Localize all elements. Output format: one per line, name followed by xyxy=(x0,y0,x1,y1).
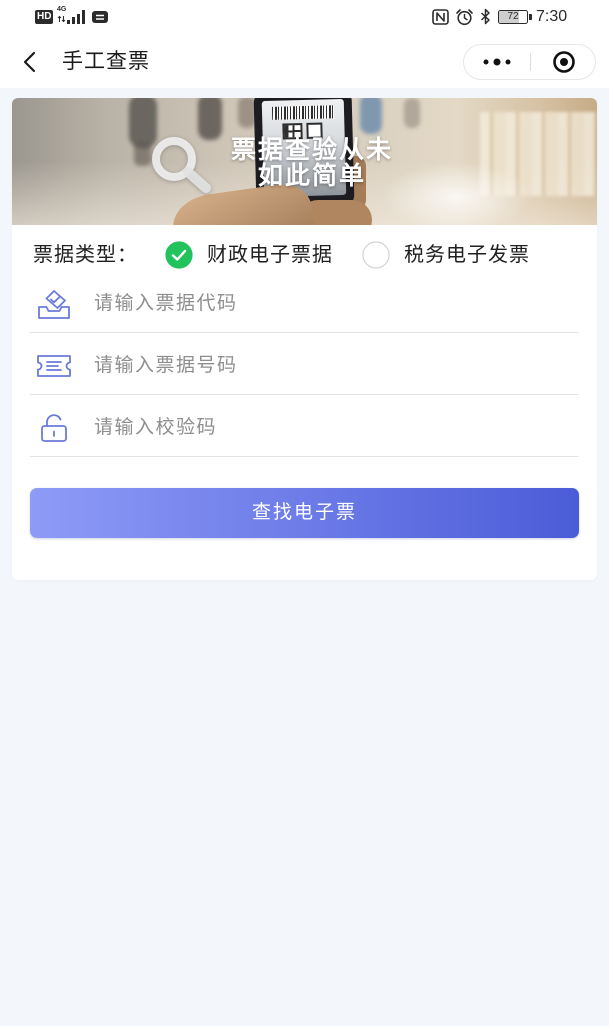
message-icon xyxy=(92,11,108,23)
find-e-ticket-button[interactable]: 查找电子票 xyxy=(30,488,579,538)
page-title: 手工查票 xyxy=(62,50,150,73)
nfc-icon xyxy=(432,9,449,25)
lock-icon xyxy=(41,414,67,442)
ticket-type-option-fiscal[interactable]: 财政电子票据 xyxy=(165,239,355,271)
target-circle-icon xyxy=(552,51,575,73)
radio-button-icon xyxy=(362,241,390,269)
banner-shopper-silhouette xyxy=(360,98,382,134)
status-time: 7:30 xyxy=(536,8,568,25)
banner-slogan-line2: 如此简单 xyxy=(257,162,366,190)
ticket-type-option-label: 财政电子票据 xyxy=(207,244,333,266)
ticket-number-row xyxy=(30,338,579,395)
ticket-icon xyxy=(37,355,71,377)
battery-icon: 72 xyxy=(498,10,528,24)
ticket-code-row xyxy=(30,276,579,333)
magnifier-icon xyxy=(152,137,211,193)
ticket-code-input[interactable] xyxy=(94,284,564,324)
app-header: HD 4G 72 7:30 手工查票 xyxy=(0,0,609,88)
battery-nub xyxy=(529,14,532,20)
mini-program-capsule xyxy=(463,44,596,80)
banner-image: 票据查验从未 如此简单 xyxy=(12,98,597,225)
ticket-type-option-label: 税务电子发票 xyxy=(404,244,530,266)
ticket-type-option-tax[interactable]: 税务电子发票 xyxy=(362,239,552,271)
ticket-number-input[interactable] xyxy=(94,346,564,386)
more-dots-icon xyxy=(483,58,511,66)
chevron-left-icon xyxy=(23,51,36,73)
back-button[interactable] xyxy=(16,48,46,76)
manual-check-card: 票据查验从未 如此简单 票据类型： 财政电子票据 税务电子发票 请输入票据代码 … xyxy=(12,98,597,580)
verification-code-input[interactable] xyxy=(94,408,564,448)
radio-button-icon xyxy=(165,241,193,269)
data-arrows-icon xyxy=(57,15,66,23)
signal-bars-icon xyxy=(67,10,85,24)
hd-badge: HD xyxy=(35,10,54,24)
bluetooth-icon xyxy=(480,8,490,25)
battery-percent: 72 xyxy=(507,11,519,22)
close-mini-program-button[interactable] xyxy=(531,45,596,79)
banner-shopper-silhouette xyxy=(404,98,420,128)
banner-barcode xyxy=(271,105,335,120)
stamp-check-icon xyxy=(38,290,70,319)
more-menu-button[interactable] xyxy=(464,45,530,79)
network-type-label: 4G xyxy=(57,6,67,13)
alarm-clock-icon xyxy=(456,9,473,26)
ticket-type-label: 票据类型： xyxy=(33,244,138,266)
verification-code-row xyxy=(30,400,579,457)
status-bar: HD 4G 72 7:30 xyxy=(0,0,609,34)
banner-slogan-line1: 票据查验从未 xyxy=(230,136,393,164)
banner-slogan: 票据查验从未 如此简单 xyxy=(212,137,412,189)
